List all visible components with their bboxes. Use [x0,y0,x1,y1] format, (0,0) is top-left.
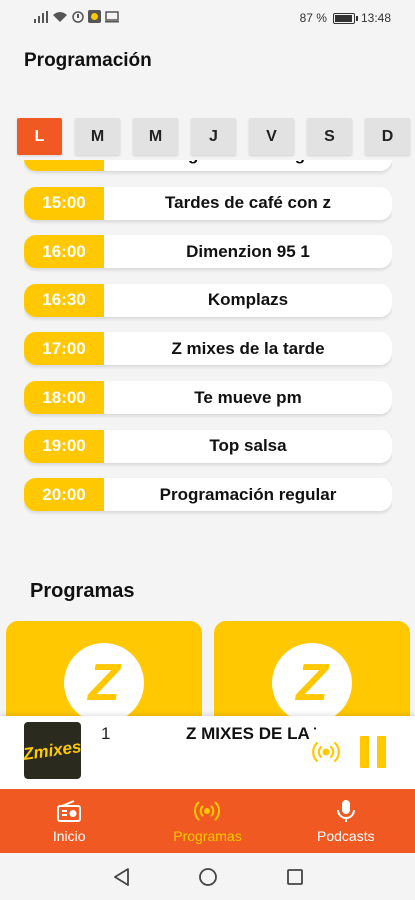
day-tab[interactable]: D [365,118,410,155]
nav-label: Podcasts [317,827,375,844]
z-station-logo-icon: Z [272,643,352,716]
schedule-program-name: Programación regular [159,484,337,504]
day-tab[interactable]: J [191,118,236,155]
schedule-time: 14:00 [24,160,104,171]
program-card[interactable]: Z [6,621,202,716]
program-logo-text: Z [88,654,120,712]
day-selector: LMMJVSD [17,118,410,155]
microphone-icon [336,799,355,822]
schedule-row[interactable]: 16:30 Komplazs [24,283,392,317]
schedule-row[interactable]: 19:00 Top salsa [24,429,392,463]
schedule-list[interactable]: 14:00Programacion regular 15:00 Tardes de … [24,160,392,533]
schedule-time: 16:30 [24,283,104,317]
player-title: Z MIXES DE LA TARDE [186,724,316,743]
schedule-program-name: Komplazs [207,290,289,310]
schedule-row[interactable]: 17:00 Z mixes de la tarde [24,332,392,366]
player-artwork: Zmixes [24,722,81,779]
signal-icon [34,10,48,23]
day-tab[interactable]: S [307,118,352,155]
schedule-time: 15:00 [24,186,104,220]
schedule-time: 16:00 [24,235,104,269]
day-tab[interactable]: V [249,118,294,155]
schedule-program-name: Programacion regular [104,160,392,171]
nav-item-podcasts[interactable]: Podcasts [277,789,415,853]
home-icon[interactable] [198,867,218,887]
schedule-time: 19:00 [24,429,104,463]
schedule-program-name: Tardes de café con z [165,193,331,213]
program-card[interactable]: Z [214,621,410,716]
clock: 13:48 [360,11,391,25]
schedule-time: 17:00 [24,332,104,366]
broadcast-icon[interactable] [312,738,340,766]
radio-icon [57,799,82,822]
schedule-program-name: Top salsa [209,436,287,456]
bottom-navigation: Inicio Programas Podcasts [0,789,415,853]
pause-icon [360,736,369,768]
program-cards: Z Z [6,621,415,716]
z-station-logo-icon: Z [64,643,144,716]
schedule-row[interactable]: 16:00 Dimenzion 95 1 [24,235,392,269]
battery-percentage: 87 % [299,11,327,25]
status-icons-right: 87 % 13:48 [300,11,391,25]
day-tab[interactable]: M [133,118,178,155]
schedule-program-name: Z mixes de la tarde [171,338,325,358]
schedule-row[interactable]: 15:00 Tardes de café con z [24,186,392,220]
screen-icon [105,10,119,22]
schedule-row[interactable]: 14:00Programacion regular [24,160,392,171]
back-icon[interactable] [112,867,130,887]
status-bar: 87 % 13:48 [0,0,415,36]
nav-label: Inicio [52,827,86,844]
schedule-row[interactable]: 18:00 Te mueve pm [24,381,392,414]
nav-label: Programas [173,827,242,844]
broadcast-icon [194,801,221,820]
system-navigation-bar [0,853,415,900]
page-title: Programación [24,50,152,71]
notification-icon [72,10,84,23]
schedule-time: 20:00 [24,478,104,512]
nav-item-programas[interactable]: Programas [138,789,276,853]
player-artwork-text: Zmixes [24,736,81,764]
status-icons-left [34,10,119,23]
pause-button[interactable] [360,736,388,768]
battery-icon [332,12,358,24]
schedule-row[interactable]: 20:00 Programación regular [24,478,392,512]
schedule-program-name: Te mueve pm [194,387,302,407]
program-logo-text: Z [296,654,328,712]
recents-icon[interactable] [286,868,304,886]
mini-player[interactable]: Zmixes 1 Z MIXES DE LA TARDE [0,716,415,789]
schedule-program-name: Dimenzion 95 1 [186,241,310,261]
day-tab[interactable]: M [75,118,120,155]
wifi-icon [53,11,67,22]
nav-item-inicio[interactable]: Inicio [0,789,138,853]
app-notification-icon [88,10,101,23]
player-track-number: 1 [101,724,111,743]
day-tab[interactable]: L [17,118,62,155]
schedule-time: 18:00 [24,381,104,414]
programs-section-title: Programas [30,580,135,602]
